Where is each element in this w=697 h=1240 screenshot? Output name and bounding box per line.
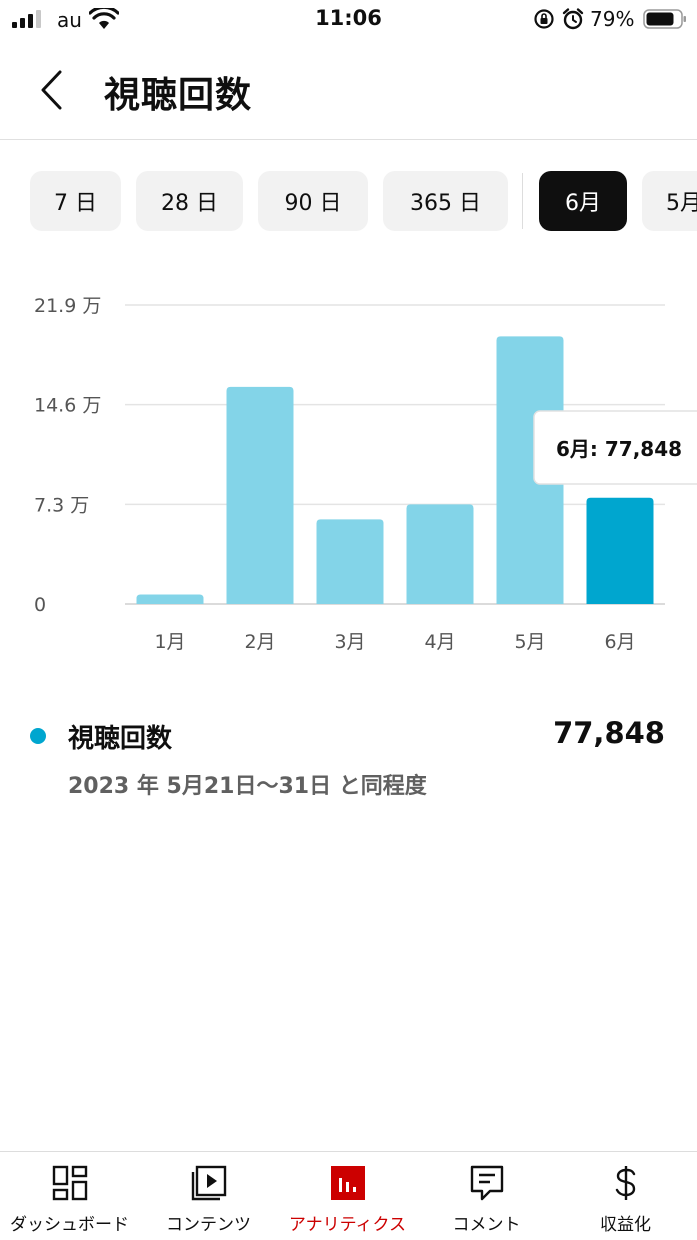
chip-divider [522, 173, 523, 229]
chevron-left-icon [41, 70, 62, 110]
nav-dashboard-label: ダッシュボード [10, 1215, 129, 1235]
orientation-lock-icon [534, 9, 554, 29]
chip-june[interactable]: 6月 [539, 171, 627, 231]
app-header: 視聴回数 [0, 40, 697, 140]
x-tick-label: 3月 [334, 631, 365, 653]
content-icon [191, 1165, 226, 1201]
dollar-icon [615, 1166, 635, 1200]
x-tick-label: 6月 [604, 631, 635, 653]
x-tick-label: 2月 [244, 631, 275, 653]
bar [136, 594, 204, 604]
nav-analytics[interactable]: アナリティクス [278, 1152, 417, 1240]
y-tick-label: 21.9 万 [34, 295, 101, 317]
bar [586, 497, 654, 604]
legend-dot [30, 728, 46, 744]
page-title: 視聴回数 [104, 75, 253, 116]
chip-may[interactable]: 5月 [642, 171, 697, 231]
status-bar: au 11:06 79% [0, 0, 697, 40]
metric-summary: 視聴回数 77,848 2023 年 5月21日〜31日 と同程度 [0, 700, 697, 810]
y-tick-label: 0 [34, 594, 46, 616]
dashboard-icon [52, 1165, 87, 1201]
alarm-icon [562, 8, 584, 30]
nav-analytics-label: アナリティクス [288, 1215, 407, 1235]
battery-percent: 79% [590, 7, 635, 31]
tooltip-text: 6月: 77,848 [556, 437, 682, 461]
bar [316, 519, 384, 604]
nav-comments[interactable]: コメント [417, 1152, 556, 1240]
bar [226, 386, 294, 604]
analytics-icon [330, 1166, 365, 1200]
x-tick-label: 1月 [154, 631, 185, 653]
nav-content-label: コンテンツ [166, 1215, 251, 1235]
nav-monetization[interactable]: 収益化 [556, 1152, 695, 1240]
nav-monetization-label: 収益化 [600, 1215, 651, 1235]
metric-comparison: 2023 年 5月21日〜31日 と同程度 [68, 774, 427, 799]
chip-7-days[interactable]: 7 日 [30, 171, 121, 231]
metric-value: 77,848 [553, 716, 665, 750]
nav-dashboard[interactable]: ダッシュボード [0, 1152, 139, 1240]
chip-365-days[interactable]: 365 日 [383, 171, 508, 231]
x-tick-label: 4月 [424, 631, 455, 653]
chip-90-days[interactable]: 90 日 [258, 171, 368, 231]
bottom-navigation: ダッシュボード コンテンツ アナリティクス コメント 収益化 [0, 1151, 697, 1240]
views-bar-chart: 0 7.3 万 14.6 万 21.9 万 1月 2月 3月 4月 5月 6月 6月: 77,848 [34, 295, 697, 653]
battery-icon [643, 9, 686, 29]
comment-icon [470, 1165, 503, 1201]
chart-tooltip: 6月: 77,848 [533, 410, 697, 485]
date-range-chips: 7 日 28 日 90 日 365 日 6月 5月 [30, 171, 697, 231]
nav-comments-label: コメント [452, 1215, 521, 1235]
nav-content[interactable]: コンテンツ [139, 1152, 278, 1240]
y-tick-label: 14.6 万 [34, 395, 101, 417]
back-button[interactable] [30, 68, 74, 112]
y-tick-label: 7.3 万 [34, 494, 89, 516]
bar [406, 504, 474, 604]
metric-label: 視聴回数 [68, 724, 173, 754]
chip-28-days[interactable]: 28 日 [136, 171, 243, 231]
x-tick-label: 5月 [514, 631, 545, 653]
